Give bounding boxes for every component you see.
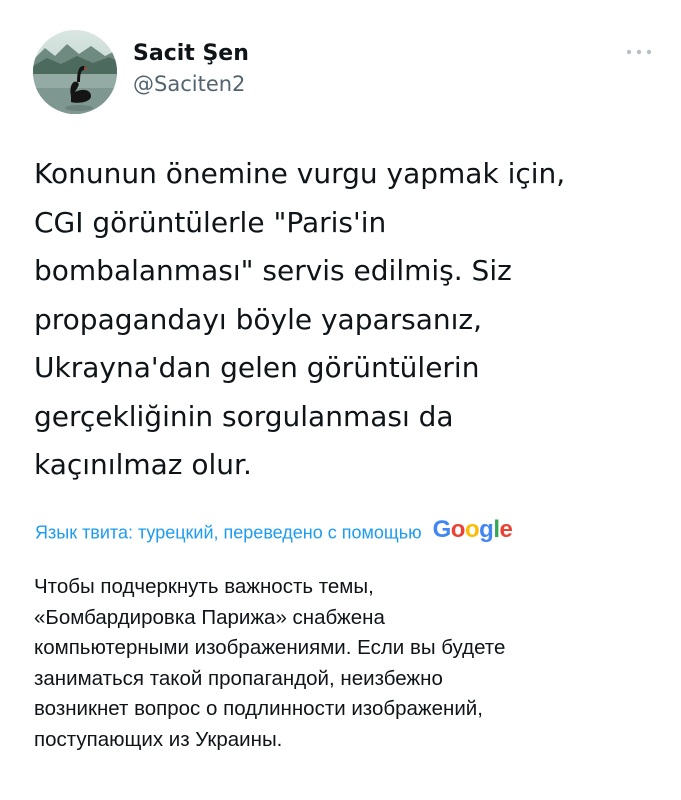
tweet-card: Sacit Şen @Saciten2 Konunun önemine vurg…: [0, 0, 681, 800]
translated-text: Чтобы подчеркнуть важность темы, «Бомбар…: [34, 575, 506, 751]
author-handle[interactable]: @Saciten2: [133, 70, 249, 98]
black-swan-avatar-icon: [33, 30, 117, 114]
translation-attribution[interactable]: Язык твита: турецкий, переведено с помощ…: [35, 516, 513, 545]
tweet-header: Sacit Şen @Saciten2: [33, 30, 653, 120]
tweet-text: Konunun önemine vurgu yapmak için, CGI g…: [34, 157, 566, 481]
more-options-icon[interactable]: [625, 44, 653, 58]
avatar[interactable]: [33, 30, 117, 114]
author-display-name[interactable]: Sacit Şen: [133, 40, 249, 68]
author-names: Sacit Şen @Saciten2: [133, 40, 249, 98]
translation-label: Язык твита: турецкий, переведено с помощ…: [35, 522, 422, 543]
google-logo: Google: [432, 516, 513, 544]
